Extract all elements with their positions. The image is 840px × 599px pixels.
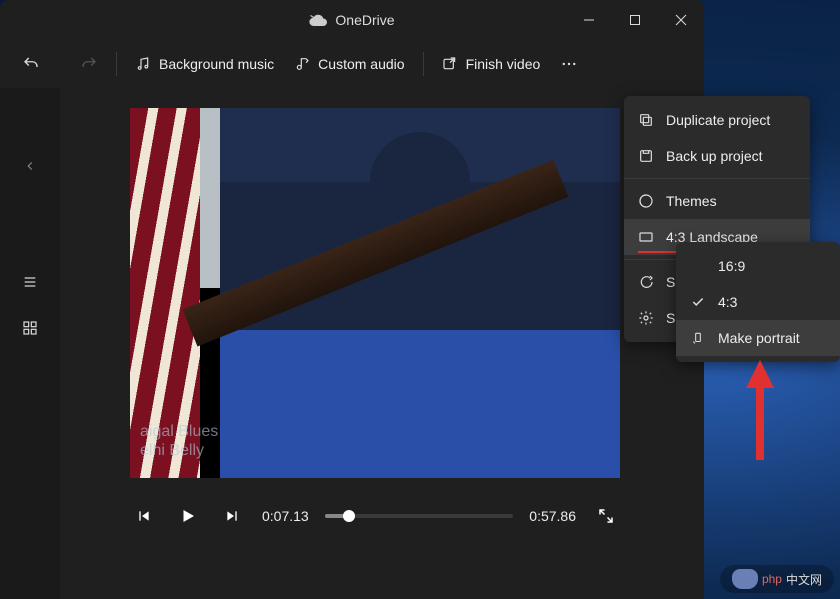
elephant-icon (732, 569, 758, 589)
export-icon (442, 56, 458, 72)
audio-icon (294, 56, 310, 72)
annotation-arrow (740, 360, 780, 460)
toolbar-separator (116, 52, 117, 76)
minimize-button[interactable] (566, 0, 612, 40)
submenu-label: 4:3 (718, 294, 737, 310)
menu-label: Back up project (666, 148, 763, 164)
rotate-icon-slot (690, 331, 706, 345)
more-icon (560, 55, 578, 73)
menu-separator (624, 178, 810, 179)
total-time: 0:57.86 (529, 508, 576, 524)
prev-frame-button[interactable] (130, 502, 158, 530)
submenu-label: Make portrait (718, 330, 800, 346)
menu-themes[interactable]: Themes (624, 183, 810, 219)
undo-icon (22, 55, 40, 73)
grid-icon (22, 320, 38, 336)
next-frame-icon (224, 508, 240, 524)
fullscreen-icon (597, 507, 615, 525)
watermark-suffix: 中文网 (786, 571, 822, 588)
settings-icon (638, 310, 654, 326)
undo-button[interactable] (12, 49, 50, 79)
background-music-label: Background music (159, 56, 274, 72)
window-title: OneDrive (335, 12, 394, 28)
toolbar-separator (423, 52, 424, 76)
app-window: OneDrive Background music (0, 0, 704, 599)
menu-duplicate-project[interactable]: Duplicate project (624, 102, 810, 138)
prev-frame-icon (136, 508, 152, 524)
submenu-make-portrait[interactable]: Make portrait (676, 320, 840, 356)
custom-audio-label: Custom audio (318, 56, 404, 72)
aspect-icon (638, 229, 654, 245)
site-watermark: php 中文网 (720, 565, 834, 593)
chevron-left-icon (23, 159, 37, 173)
check-icon (691, 295, 705, 309)
rotate-icon (691, 331, 705, 345)
submenu-4-3[interactable]: 4:3 (676, 284, 840, 320)
left-rail (0, 88, 60, 599)
preview-watermark: aigal Blues elhi Belly (140, 422, 218, 460)
redo-icon (80, 55, 98, 73)
preview-watermark-line1: aigal Blues (140, 422, 218, 441)
next-frame-button[interactable] (218, 502, 246, 530)
main-area: aigal Blues elhi Belly 0:07.13 (60, 88, 704, 599)
check-slot (690, 295, 706, 309)
video-preview[interactable]: aigal Blues elhi Belly (130, 108, 620, 478)
app-body: aigal Blues elhi Belly 0:07.13 (0, 88, 704, 599)
rail-list-view-button[interactable] (12, 264, 48, 300)
custom-audio-button[interactable]: Custom audio (284, 50, 414, 78)
titlebar: OneDrive (0, 0, 704, 40)
watermark-brand: php (762, 572, 782, 586)
music-icon (135, 56, 151, 72)
rail-back-button[interactable] (12, 148, 48, 184)
toolbar: Background music Custom audio Finish vid… (0, 40, 704, 88)
more-button[interactable] (550, 49, 588, 79)
redo-button[interactable] (70, 49, 108, 79)
play-icon (179, 507, 197, 525)
list-icon (22, 274, 38, 290)
backup-icon (638, 148, 654, 164)
background-music-button[interactable]: Background music (125, 50, 284, 78)
preview-watermark-line2: elhi Belly (140, 441, 218, 460)
progress-bar[interactable] (325, 514, 514, 518)
onedrive-icon (309, 14, 327, 26)
menu-label: Duplicate project (666, 112, 770, 128)
submenu-label: 16:9 (718, 258, 745, 274)
finish-video-label: Finish video (466, 56, 541, 72)
window-controls (566, 0, 704, 40)
feedback-icon (638, 274, 654, 290)
menu-backup-project[interactable]: Back up project (624, 138, 810, 174)
aspect-ratio-submenu: 16:9 4:3 Make portrait (676, 242, 840, 362)
submenu-16-9[interactable]: 16:9 (676, 248, 840, 284)
maximize-button[interactable] (612, 0, 658, 40)
rail-grid-view-button[interactable] (12, 310, 48, 346)
themes-icon (638, 193, 654, 209)
menu-label: Themes (666, 193, 717, 209)
close-button[interactable] (658, 0, 704, 40)
playback-controls: 0:07.13 0:57.86 (130, 502, 620, 530)
progress-thumb[interactable] (343, 510, 355, 522)
duplicate-icon (638, 112, 654, 128)
fullscreen-button[interactable] (592, 502, 620, 530)
current-time: 0:07.13 (262, 508, 309, 524)
finish-video-button[interactable]: Finish video (432, 50, 551, 78)
play-button[interactable] (174, 502, 202, 530)
